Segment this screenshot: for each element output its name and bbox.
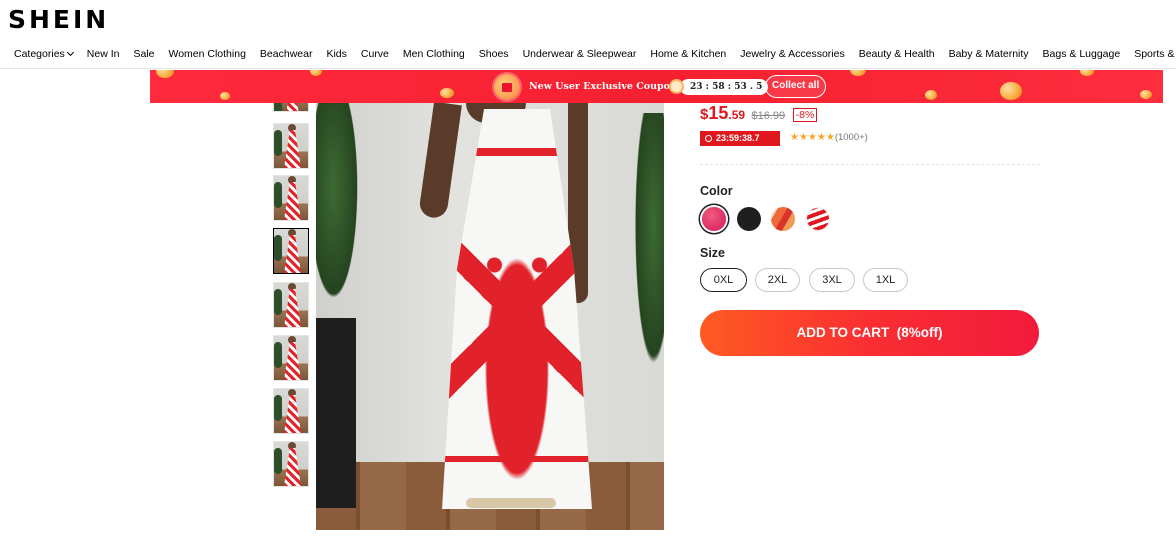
nav-label: Categories <box>14 48 65 60</box>
star-rating-icon: ★★★★★ <box>790 132 835 143</box>
promo-countdown: 23 : 58 : 53 . 5 <box>680 79 769 95</box>
color-label: Color <box>700 184 733 198</box>
gift-icon <box>494 74 520 100</box>
thumbnail[interactable] <box>273 388 309 434</box>
nav-shoes[interactable]: Shoes <box>479 48 509 60</box>
nav-baby-maternity[interactable]: Baby & Maternity <box>949 48 1029 60</box>
rating-count: (1000+) <box>834 132 868 143</box>
color-swatch-red-white[interactable] <box>806 207 830 231</box>
collect-all-button[interactable]: Collect all <box>765 75 827 98</box>
nav-beachwear[interactable]: Beachwear <box>260 48 313 60</box>
color-swatch-black[interactable] <box>737 207 761 231</box>
add-to-cart-discount: (8%off) <box>896 325 943 340</box>
thumbnail[interactable] <box>273 441 309 487</box>
price: $15.59 $16.99 -8% <box>700 103 818 124</box>
flash-sale-timer: 23:59:38.7 <box>700 131 780 146</box>
new-user-coupon-banner[interactable]: New User Exclusive Coupons 23 : 58 : 53 … <box>150 70 1163 103</box>
color-swatch-pink[interactable] <box>702 207 726 231</box>
clock-icon <box>705 135 712 142</box>
nav-bags-luggage[interactable]: Bags & Luggage <box>1043 48 1121 60</box>
promo-title: New User Exclusive Coupons <box>529 81 683 92</box>
nav-curve[interactable]: Curve <box>361 48 389 60</box>
nav-new-in[interactable]: New In <box>87 48 120 60</box>
chevron-down-icon <box>66 48 74 57</box>
thumbnail-active[interactable] <box>273 228 309 274</box>
nav-men-clothing[interactable]: Men Clothing <box>403 48 465 60</box>
nav-jewelry-accessories[interactable]: Jewelry & Accessories <box>740 48 844 60</box>
thumbnail[interactable] <box>273 282 309 328</box>
discount-badge: -8% <box>792 108 818 122</box>
section-divider <box>700 164 1040 165</box>
size-option-1xl[interactable]: 1XL <box>863 268 908 292</box>
nav-sports-outdoors[interactable]: Sports & Outdoors <box>1134 48 1176 60</box>
price-main: 15 <box>708 103 729 123</box>
nav-categories[interactable]: Categories <box>14 48 74 60</box>
size-option-2xl[interactable]: 2XL <box>755 268 800 292</box>
color-swatch-orange[interactable] <box>771 207 795 231</box>
flash-timer-text: 23:59:38.7 <box>716 133 760 143</box>
nav-home-kitchen[interactable]: Home & Kitchen <box>650 48 726 60</box>
original-price: $16.99 <box>751 110 786 122</box>
size-option-3xl[interactable]: 3XL <box>809 268 855 292</box>
add-to-cart-label: ADD TO CART <box>796 325 890 340</box>
size-label: Size <box>700 246 726 260</box>
nav-underwear-sleepwear[interactable]: Underwear & Sleepwear <box>523 48 637 60</box>
rating[interactable]: ★★★★★(1000+) <box>790 132 868 143</box>
thumbnail[interactable] <box>273 335 309 381</box>
add-to-cart-button[interactable]: ADD TO CART (8%off) <box>700 310 1039 356</box>
thumbnail[interactable] <box>273 175 309 221</box>
main-product-image[interactable] <box>316 103 664 530</box>
top-nav: Categories New In Sale Women Clothing Be… <box>14 48 1176 60</box>
size-option-0xl[interactable]: 0XL <box>700 268 747 292</box>
nav-sale[interactable]: Sale <box>133 48 154 60</box>
nav-women-clothing[interactable]: Women Clothing <box>168 48 245 60</box>
thumbnail[interactable] <box>273 123 309 169</box>
nav-kids[interactable]: Kids <box>326 48 346 60</box>
alarm-clock-icon <box>669 79 684 94</box>
shein-logo[interactable]: SHEIN <box>8 5 109 34</box>
price-cents: .59 <box>728 108 746 122</box>
nav-divider <box>0 68 1176 69</box>
nav-beauty-health[interactable]: Beauty & Health <box>859 48 935 60</box>
